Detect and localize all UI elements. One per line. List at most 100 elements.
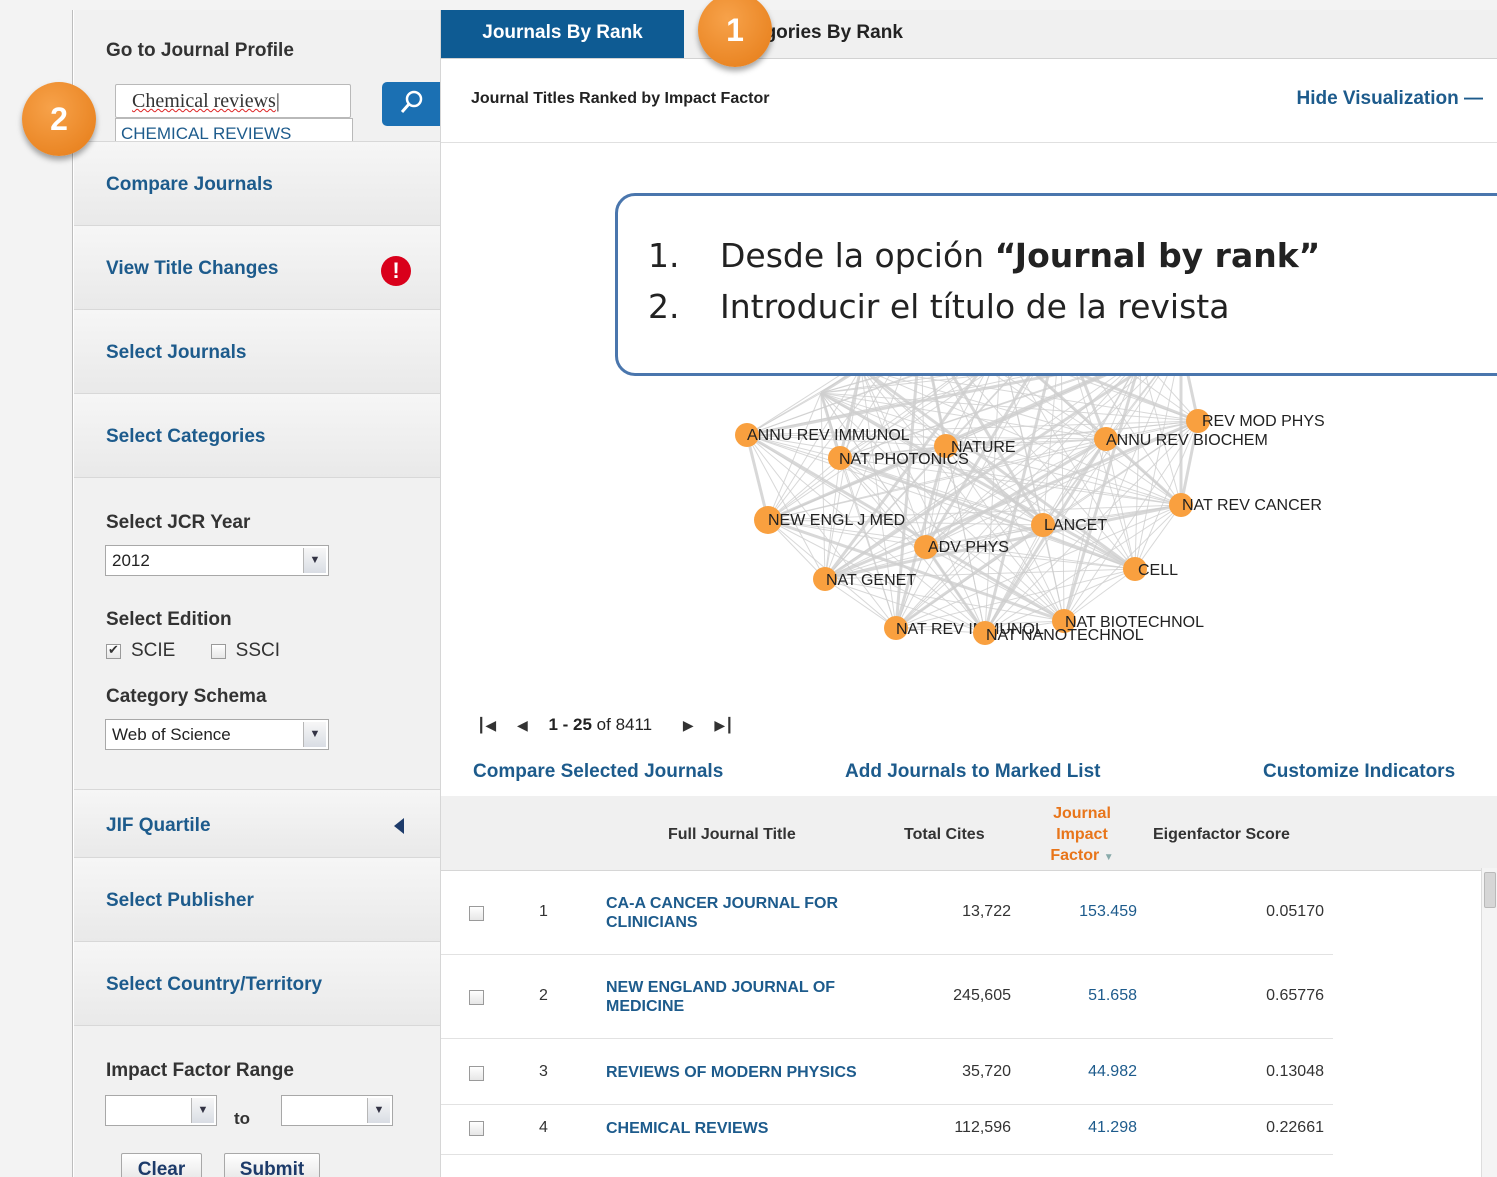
row-title[interactable]: CA-A CANCER JOURNAL FOR CLINICIANS [606,894,876,932]
compare-selected-button[interactable]: Compare Selected Journals [473,761,723,783]
jcr-year-label: Select JCR Year [106,512,251,533]
if-range-min-select[interactable]: ▼ [105,1095,217,1126]
jif-quartile-link[interactable]: JIF Quartile [106,815,211,837]
submit-button[interactable]: Submit [224,1153,320,1177]
select-country-link[interactable]: Select Country/Territory [106,974,322,996]
scrollbar-thumb[interactable] [1484,872,1496,908]
edition-options: SCIE SSCI [106,640,310,662]
checkbox[interactable] [469,1066,484,1082]
customize-indicators-button[interactable]: Customize Indicators [1263,761,1455,783]
select-journals-section[interactable]: Select Journals [74,309,440,393]
checkbox[interactable] [469,990,484,1006]
row-title-line2: CLINICIANS [606,914,698,931]
select-categories-section[interactable]: Select Categories [74,393,440,477]
journal-search-input[interactable]: Chemical reviews| [115,84,351,118]
category-schema-select[interactable]: Web of Science ▼ [105,719,329,750]
row-checkbox[interactable] [469,905,484,923]
header-jif-factor: Factor [1050,847,1100,864]
row-title[interactable]: NEW ENGLAND JOURNAL OF MEDICINE [606,978,876,1016]
network-node-label: NAT REV CANCER [1182,497,1322,514]
header-jif[interactable]: Journal Impact Factor ▼ [1029,803,1135,868]
row-checkbox[interactable] [469,989,484,1007]
step-1-text: Desde la opción [720,236,995,275]
header-eigenfactor[interactable]: Eigenfactor Score [1153,826,1290,844]
network-node-label: NAT NANOTECHNOL [986,627,1144,644]
jcr-year-value: 2012 [112,551,150,570]
tab-journals-by-rank[interactable]: Journals By Rank [441,10,684,58]
network-node-label: ADV PHYS [928,539,1009,556]
row-jif[interactable]: 41.298 [1037,1119,1137,1137]
select-country-section[interactable]: Select Country/Territory [74,941,440,1025]
select-categories-link[interactable]: Select Categories [106,426,265,448]
row-jif[interactable]: 153.459 [1037,903,1137,921]
prev-page-icon[interactable]: ◀ [517,717,528,734]
row-jif[interactable]: 51.658 [1037,987,1137,1005]
page-range: 1 - 25 [548,715,592,734]
sidebar: Go to Journal Profile Chemical reviews| … [74,10,441,1177]
select-publisher-section[interactable]: Select Publisher [74,857,440,941]
row-checkbox[interactable] [469,1120,484,1138]
if-range-label: Impact Factor Range [106,1060,294,1081]
compare-journals-section[interactable]: Compare Journals [74,141,440,225]
scie-checkbox[interactable] [106,642,121,659]
scie-label: SCIE [131,640,176,661]
row-title-line1: CHEMICAL REVIEWS [606,1120,769,1137]
table-header: Full Journal Title Total Cites Journal I… [441,796,1497,871]
main-content: Journals By Rank egories By Rank Journal… [441,10,1497,1177]
search-button[interactable] [382,82,440,126]
compare-journals-link[interactable]: Compare Journals [106,174,273,196]
clear-button[interactable]: Clear [121,1153,202,1177]
table-row: 3 REVIEWS OF MODERN PHYSICS 35,720 44.98… [441,1038,1333,1105]
jcr-year-select[interactable]: 2012 ▼ [105,545,329,576]
ssci-checkbox[interactable] [210,643,226,659]
category-schema-label: Category Schema [106,686,267,707]
page-total: of 8411 [596,715,653,734]
edition-ssci-option[interactable]: SSCI [210,640,280,661]
tab-bar: Journals By Rank egories By Rank [441,10,1497,59]
row-total-cites: 35,720 [962,1063,1011,1080]
view-title-changes-link[interactable]: View Title Changes [106,258,278,280]
add-to-marked-list-button[interactable]: Add Journals to Marked List [845,761,1100,783]
checkbox[interactable] [469,1121,484,1137]
table-actions: Compare Selected Journals Add Journals t… [441,750,1497,797]
row-rank: 2 [539,987,548,1004]
network-node-label: NAT GENET [826,572,916,589]
select-publisher-link[interactable]: Select Publisher [106,890,254,912]
row-title-line1: NEW ENGLAND JOURNAL OF [606,979,836,996]
view-title-changes-section[interactable]: View Title Changes ! [74,225,440,309]
checkbox[interactable] [469,906,484,922]
step-number: 2. [648,287,680,326]
instruction-list: 1. Desde la opción “Journal by rank” 2. In… [648,236,1320,338]
last-page-icon[interactable]: ▶┃ [714,717,733,734]
visualization-title: Journal Titles Ranked by Impact Factor [471,90,770,107]
row-title[interactable]: CHEMICAL REVIEWS [606,1119,906,1138]
row-total-cites: 112,596 [954,1119,1011,1136]
sort-desc-icon: ▼ [1103,852,1114,863]
pagination: ┃◀ ◀ 1 - 25 of 8411 ▶ ▶┃ [477,715,750,735]
row-checkbox[interactable] [469,1065,484,1083]
hide-visualization-link[interactable]: Hide Visualization — [1296,88,1483,110]
row-jif[interactable]: 44.982 [1037,1063,1137,1081]
row-rank: 4 [539,1119,548,1136]
header-jif-line2: Impact [1056,826,1108,843]
row-title[interactable]: REVIEWS OF MODERN PHYSICS [606,1063,906,1082]
table-scrollbar[interactable] [1481,868,1497,1177]
minus-icon: — [1464,88,1483,109]
outer-frame-top [72,0,1497,10]
row-total-cites: 13,722 [962,903,1011,920]
edition-scie-option[interactable]: SCIE [106,640,175,661]
header-full-title[interactable]: Full Journal Title [668,826,796,844]
jcr-page: Go to Journal Profile Chemical reviews| … [0,0,1497,1177]
if-range-max-select[interactable]: ▼ [281,1095,393,1126]
instruction-step-2: 2. Introducir el título de la revista [648,287,1320,326]
ssci-label: SSCI [235,640,280,661]
next-page-icon[interactable]: ▶ [683,717,694,734]
select-journals-link[interactable]: Select Journals [106,342,246,364]
table-row: 2 NEW ENGLAND JOURNAL OF MEDICINE 245,605… [441,954,1333,1039]
header-total-cites[interactable]: Total Cites [904,826,985,844]
network-node-label: NEW ENGL J MED [768,512,905,529]
jif-quartile-section[interactable]: JIF Quartile [74,789,440,858]
row-eigenfactor: 0.22661 [1266,1119,1324,1136]
first-page-icon[interactable]: ┃◀ [477,717,496,734]
row-title-line2: MEDICINE [606,998,685,1015]
